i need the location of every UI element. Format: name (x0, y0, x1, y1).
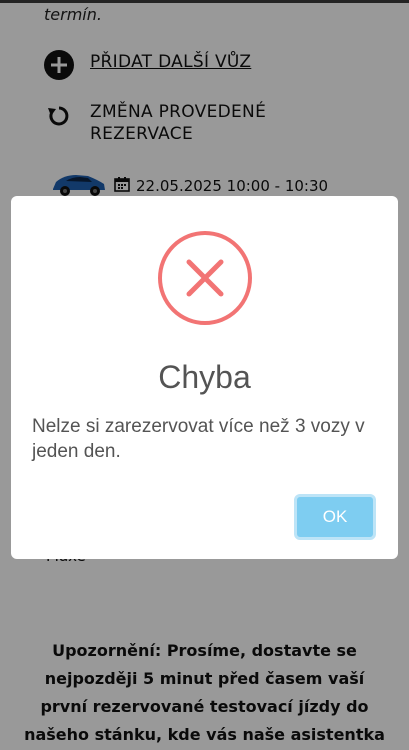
dialog-message: Nelze si zarezervovat více než 3 vozy v … (32, 416, 365, 462)
error-dialog: Chyba Nelze si zarezervovat více než 3 v… (11, 196, 398, 559)
dialog-title: Chyba (158, 359, 251, 395)
ok-button[interactable]: OK (294, 494, 376, 540)
error-x-icon (157, 230, 253, 326)
